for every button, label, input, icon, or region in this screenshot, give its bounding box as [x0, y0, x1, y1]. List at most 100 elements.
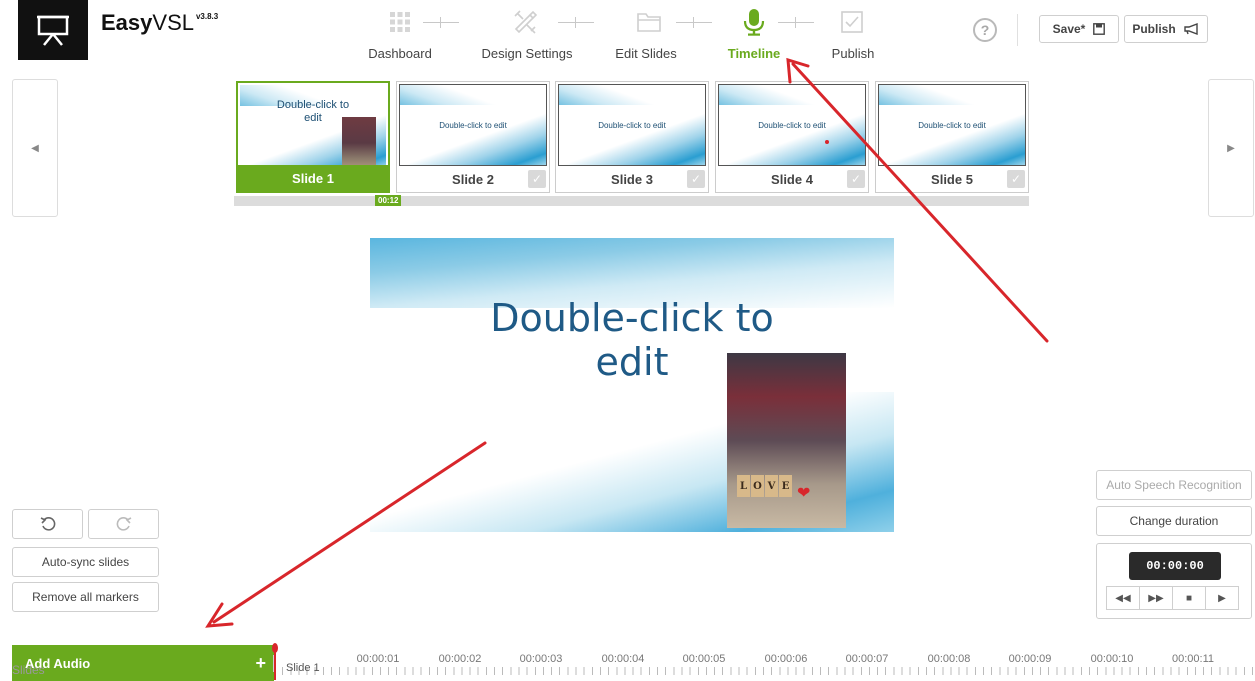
stop-icon: ■: [1185, 592, 1193, 604]
auto-sync-slides-button[interactable]: Auto-sync slides: [12, 547, 159, 577]
publish-label: Publish: [1132, 22, 1176, 36]
slide-thumb-preview: Double-click to edit: [558, 84, 706, 166]
slide-thumb-photo: [342, 117, 376, 167]
change-duration-button[interactable]: Change duration: [1096, 506, 1252, 536]
check-icon[interactable]: ✓: [847, 170, 865, 188]
rewind-icon: ◀◀: [1115, 592, 1131, 604]
step-separator: [423, 17, 459, 28]
check-icon[interactable]: ✓: [1007, 170, 1025, 188]
publish-button[interactable]: Publish: [1124, 15, 1208, 43]
slide-thumb-text: Double-click to edit: [918, 121, 986, 130]
letter-block: V: [765, 475, 778, 497]
ruler-label: 00:00:09: [1008, 653, 1052, 665]
slide-preview-photo: L O V E ❤: [727, 353, 846, 528]
ruler-label: 00:00:02: [438, 653, 482, 665]
slide-thumb-label: Slide 2: [452, 171, 494, 187]
step-separator: [558, 17, 594, 28]
step-dashboard[interactable]: Dashboard: [368, 46, 432, 61]
step-design-settings[interactable]: Design Settings: [481, 46, 572, 61]
ruler-ticks: [274, 667, 1255, 675]
caret-left-icon: ◀: [31, 142, 39, 154]
floppy-disk-icon: [1093, 23, 1106, 35]
ruler-label: 00:00:10: [1090, 653, 1134, 665]
fast-forward-button[interactable]: ▶▶: [1139, 586, 1173, 610]
auto-speech-recognition-button[interactable]: Auto Speech Recognition: [1096, 470, 1252, 500]
play-icon: ▶: [1218, 592, 1226, 604]
save-label: Save*: [1052, 22, 1086, 36]
brand-name: EasyVSL v3.8.3: [101, 10, 219, 35]
ruler-label: 00:00:03: [519, 653, 563, 665]
step-timeline[interactable]: Timeline: [728, 46, 781, 61]
track-slide-label: Slide 1: [286, 662, 320, 674]
slides-track-label: Slides: [12, 663, 45, 677]
undo-icon: [40, 517, 55, 531]
ruler-label: 00:00:08: [927, 653, 971, 665]
audio-player: 00:00:00 ◀◀ ▶▶ ■ ▶: [1096, 543, 1252, 619]
slide-thumb-2[interactable]: Double-click to edit Slide 2 ✓: [396, 81, 550, 193]
ruler-label: 00:00:11: [1171, 653, 1215, 665]
step-edit-slides[interactable]: Edit Slides: [615, 46, 676, 61]
slide-thumb-preview: Double-click to edit: [240, 85, 386, 167]
add-audio-button[interactable]: Add Audio +: [12, 645, 274, 681]
time-display: 00:00:00: [1129, 552, 1221, 580]
rewind-button[interactable]: ◀◀: [1106, 586, 1140, 610]
playhead-marker[interactable]: [272, 643, 278, 653]
slide-thumb-preview: Double-click to edit: [399, 84, 547, 166]
dashboard-grid-icon[interactable]: [386, 8, 414, 36]
redo-icon: [116, 517, 131, 531]
ruler-label: 00:00:07: [845, 653, 889, 665]
slide-thumb-preview: Double-click to edit: [878, 84, 1026, 166]
slide-thumb-5[interactable]: Double-click to edit Slide 5 ✓: [875, 81, 1029, 193]
heart-icon: ❤: [797, 485, 811, 502]
ruler-label: 00:00:01: [356, 653, 400, 665]
slides-prev-button[interactable]: ◀: [12, 79, 58, 217]
slide-thumb-label: Slide 5: [931, 171, 973, 187]
microphone-icon[interactable]: [740, 8, 768, 36]
check-icon[interactable]: ✓: [528, 170, 546, 188]
timeline-ruler[interactable]: 00:00:01 00:00:02 00:00:03 00:00:04 00:0…: [274, 645, 1255, 675]
undo-button[interactable]: [12, 509, 83, 539]
checkbox-icon[interactable]: [838, 8, 866, 36]
slide-duration-tag: 00:12: [375, 195, 402, 206]
fast-forward-icon: ▶▶: [1148, 592, 1164, 604]
step-separator: [778, 17, 814, 28]
marker-dot: [825, 140, 829, 144]
slide-thumb-text: Double-click to edit: [439, 121, 507, 130]
presentation-icon: [37, 15, 69, 46]
save-button[interactable]: Save*: [1039, 15, 1119, 43]
slide-thumb-1[interactable]: Double-click to edit Slide 1: [236, 81, 390, 193]
remove-all-markers-button[interactable]: Remove all markers: [12, 582, 159, 612]
folder-icon[interactable]: [635, 8, 663, 36]
slide-thumb-text: Double-click to edit: [598, 121, 666, 130]
ruler-label: 00:00:06: [764, 653, 808, 665]
header-divider: [1017, 14, 1018, 46]
slide-thumb-text: Double-click to edit: [758, 121, 826, 130]
playhead-line[interactable]: [274, 650, 276, 680]
slide-preview[interactable]: Double-click to edit L O V E ❤: [370, 238, 894, 532]
slides-next-button[interactable]: ▶: [1208, 79, 1254, 217]
redo-button[interactable]: [88, 509, 159, 539]
slide-thumb-4[interactable]: Double-click to edit Slide 4 ✓: [715, 81, 869, 193]
stop-button[interactable]: ■: [1172, 586, 1206, 610]
caret-right-icon: ▶: [1227, 142, 1235, 154]
ruler-label: 00:00:05: [682, 653, 726, 665]
design-tools-icon[interactable]: [512, 8, 540, 36]
slide-thumb-label: Slide 4: [771, 171, 813, 187]
slide-duration-strip: [234, 196, 1029, 206]
ruler-label: 00:00:04: [601, 653, 645, 665]
step-separator: [676, 17, 712, 28]
check-icon[interactable]: ✓: [687, 170, 705, 188]
slide-thumb-label: Slide 3: [611, 171, 653, 187]
play-button[interactable]: ▶: [1205, 586, 1239, 610]
app-logo: [18, 0, 88, 60]
slide-thumb-preview: Double-click to edit: [718, 84, 866, 166]
slide-thumb-label: Slide 1: [238, 165, 388, 191]
letter-block: L: [737, 475, 750, 497]
plus-icon: +: [255, 652, 266, 673]
letter-block: O: [751, 475, 764, 497]
step-publish[interactable]: Publish: [832, 46, 875, 61]
help-icon[interactable]: ?: [973, 18, 997, 42]
slide-thumb-3[interactable]: Double-click to edit Slide 3 ✓: [555, 81, 709, 193]
megaphone-icon: [1183, 23, 1198, 35]
letter-block: E: [779, 475, 792, 497]
